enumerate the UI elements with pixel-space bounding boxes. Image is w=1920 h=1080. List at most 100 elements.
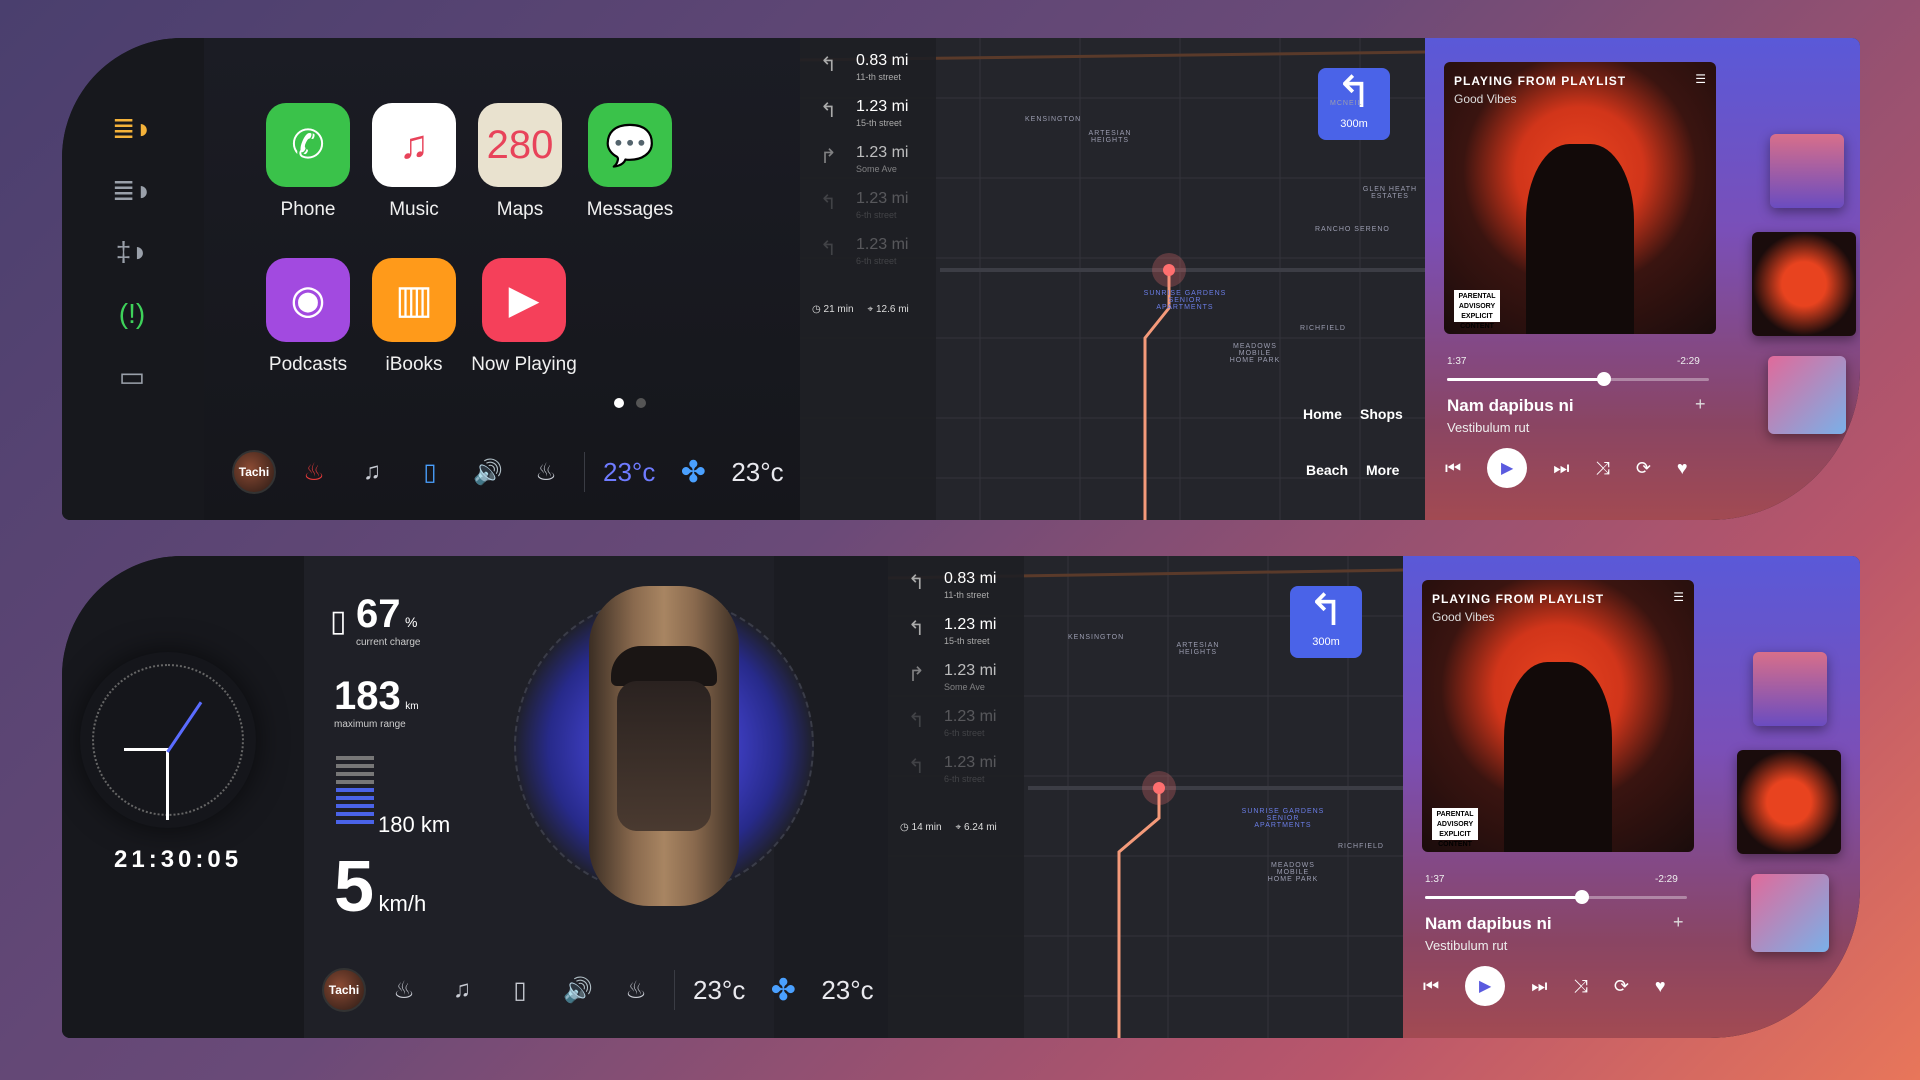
remaining-time: -2:29 (1655, 874, 1678, 885)
page-dot-active[interactable] (614, 398, 624, 408)
headlight-low-icon[interactable]: ≣◗ (112, 170, 152, 210)
speed-unit: km/h (378, 891, 427, 916)
progress-knob[interactable] (1575, 890, 1590, 904)
heart-icon[interactable]: ♥ (1677, 458, 1688, 479)
map-place: ARTESIAN HEIGHTS (1088, 130, 1132, 144)
music-icon: ♫ (372, 103, 456, 187)
avatar[interactable]: Tachi (322, 968, 366, 1012)
top-dashboard: ≣◗ ≣◗ ‡◗ (!) ▭ ✆ Phone ♫ Music 280 Maps 💬 Messa… (62, 38, 1860, 520)
repeat-icon[interactable]: ⟳ (1614, 976, 1629, 997)
route-step[interactable]: ↰ 1.23 mi 6-th street (820, 236, 908, 266)
shuffle-icon[interactable]: ⤨ (1595, 458, 1609, 479)
play-button[interactable]: ▶ (1465, 966, 1506, 1006)
progress-bar[interactable] (1425, 890, 1687, 904)
route-step[interactable]: ↰ 1.23 mi 6-th street (820, 190, 908, 220)
playlist-thumb[interactable] (1753, 652, 1827, 726)
route-step[interactable]: ↰ 1.23 mi 6-th street (908, 754, 996, 784)
album-cover[interactable]: PLAYING FROM PLAYLIST Good Vibes PARENTA… (1422, 580, 1694, 852)
app-now-playing[interactable]: ▶ Now Playing (464, 258, 584, 376)
avatar[interactable]: Tachi (232, 450, 276, 494)
seat-heat-rear-icon[interactable]: ♨ (526, 452, 566, 492)
playlist-thumb[interactable] (1770, 134, 1844, 208)
play-button[interactable]: ▶ (1487, 448, 1528, 488)
analog-clock (80, 652, 256, 828)
playlist-thumb[interactable] (1737, 750, 1841, 854)
route-step[interactable]: ↰ 1.23 mi 15-th street (820, 98, 908, 128)
quick-shops-button[interactable]: Shops (1360, 406, 1403, 422)
fan-icon[interactable]: ✤ (763, 970, 803, 1010)
location-pin[interactable] (1152, 253, 1186, 287)
parental-advisory-label: PARENTAL ADVISORY EXPLICIT CONTENT (1454, 290, 1500, 330)
route-step[interactable]: ↱ 1.23 mi Some Ave (820, 144, 908, 174)
route-step[interactable]: ↰ 0.83 mi 11-th street (820, 52, 908, 82)
menu-icon[interactable]: ☰ (1695, 72, 1706, 86)
app-music[interactable]: ♫ Music (354, 103, 474, 221)
music-note-icon[interactable]: ♫ (442, 970, 482, 1010)
step-street: 6-th street (944, 774, 985, 784)
next-icon[interactable]: ⏭ (1531, 976, 1547, 997)
bottom-dashboard: 21:30:05 ▯ 67 % current charge 183 km ma… (62, 556, 1860, 1038)
shuffle-icon[interactable]: ⤨ (1573, 976, 1587, 997)
temp-right[interactable]: 23°c (821, 975, 873, 1006)
app-maps[interactable]: 280 Maps (460, 103, 580, 221)
headlight-high-icon[interactable]: ≣◗ (112, 108, 152, 148)
music-player: PLAYING FROM PLAYLIST Good Vibes PARENTA… (1403, 556, 1860, 1038)
volume-icon[interactable]: 🔊 (558, 970, 598, 1010)
route-step[interactable]: ↰ 1.23 mi 6-th street (908, 708, 996, 738)
next-icon[interactable]: ⏭ (1553, 458, 1569, 479)
artist-name: Vestibulum rut (1425, 938, 1508, 953)
progress-knob[interactable] (1597, 372, 1612, 386)
quick-home-button[interactable]: Home (1303, 406, 1342, 422)
page-dot[interactable] (636, 398, 646, 408)
navigation-map[interactable]: ↰ 0.83 mi 11-th street ↰ 1.23 mi 15-th street… (800, 38, 1425, 520)
previous-icon[interactable]: ⏮ (1423, 976, 1439, 997)
eta-distance: ⌖ 6.24 mi (955, 822, 997, 833)
turn-arrow-icon: ↰ (908, 572, 925, 594)
app-label: Now Playing (471, 354, 577, 375)
seat-heat-icon[interactable]: ♨ (384, 970, 424, 1010)
playlist-thumb[interactable] (1752, 232, 1856, 336)
album-cover[interactable]: PLAYING FROM PLAYLIST Good Vibes PARENTA… (1444, 62, 1716, 334)
add-icon[interactable]: + (1673, 912, 1684, 933)
heart-icon[interactable]: ♥ (1655, 976, 1666, 997)
phone-device-icon[interactable]: ▯ (500, 970, 540, 1010)
route-step[interactable]: ↰ 0.83 mi 11-th street (908, 570, 996, 600)
app-ibooks[interactable]: ▥ iBooks (354, 258, 474, 376)
page-dots[interactable] (614, 398, 646, 408)
app-podcasts[interactable]: ◉ Podcasts (248, 258, 368, 376)
previous-icon[interactable]: ⏮ (1445, 458, 1461, 479)
repeat-icon[interactable]: ⟳ (1636, 458, 1651, 479)
temp-left[interactable]: 23°c (693, 975, 745, 1006)
charge-unit: % (404, 614, 418, 630)
step-distance: 1.23 mi (856, 144, 909, 161)
playlist-thumb[interactable] (1768, 356, 1846, 434)
app-phone[interactable]: ✆ Phone (248, 103, 368, 221)
turn-arrow-icon: ↰ (908, 710, 925, 732)
fog-light-icon[interactable]: ‡◗ (112, 232, 152, 272)
song-title: Nam dapibus ni (1447, 396, 1574, 415)
route-step[interactable]: ↱ 1.23 mi Some Ave (908, 662, 996, 692)
temp-right[interactable]: 23°c (731, 457, 783, 488)
quick-more-button[interactable]: More (1366, 462, 1399, 478)
progress-bar[interactable] (1447, 372, 1709, 386)
fan-icon[interactable]: ✤ (673, 452, 713, 492)
menu-icon[interactable]: ☰ (1673, 590, 1684, 604)
volume-icon[interactable]: 🔊 (468, 452, 508, 492)
map-place: RANCHO SERENO (1315, 226, 1390, 233)
seat-heat-rear-icon[interactable]: ♨ (616, 970, 656, 1010)
seat-heat-icon[interactable]: ♨ (294, 452, 334, 492)
battery-warning-icon[interactable]: ▭ (112, 356, 152, 396)
location-pin[interactable] (1142, 771, 1176, 805)
quick-beach-button[interactable]: Beach (1306, 462, 1348, 478)
phone-device-icon[interactable]: ▯ (410, 452, 450, 492)
app-messages[interactable]: 💬 Messages (570, 103, 690, 221)
route-step[interactable]: ↰ 1.23 mi 15-th street (908, 616, 996, 646)
add-icon[interactable]: + (1695, 394, 1706, 415)
turn-left-icon: ↰ (1335, 68, 1373, 117)
music-note-icon[interactable]: ♫ (352, 452, 392, 492)
tire-pressure-icon[interactable]: (!) (112, 294, 152, 334)
temp-left[interactable]: 23°c (603, 457, 655, 488)
car-top-view (589, 586, 739, 906)
navigation-map[interactable]: ↰ 0.83 mi 11-th street ↰ 1.23 mi 15-th street… (888, 556, 1403, 1038)
playlist-thumb[interactable] (1751, 874, 1829, 952)
